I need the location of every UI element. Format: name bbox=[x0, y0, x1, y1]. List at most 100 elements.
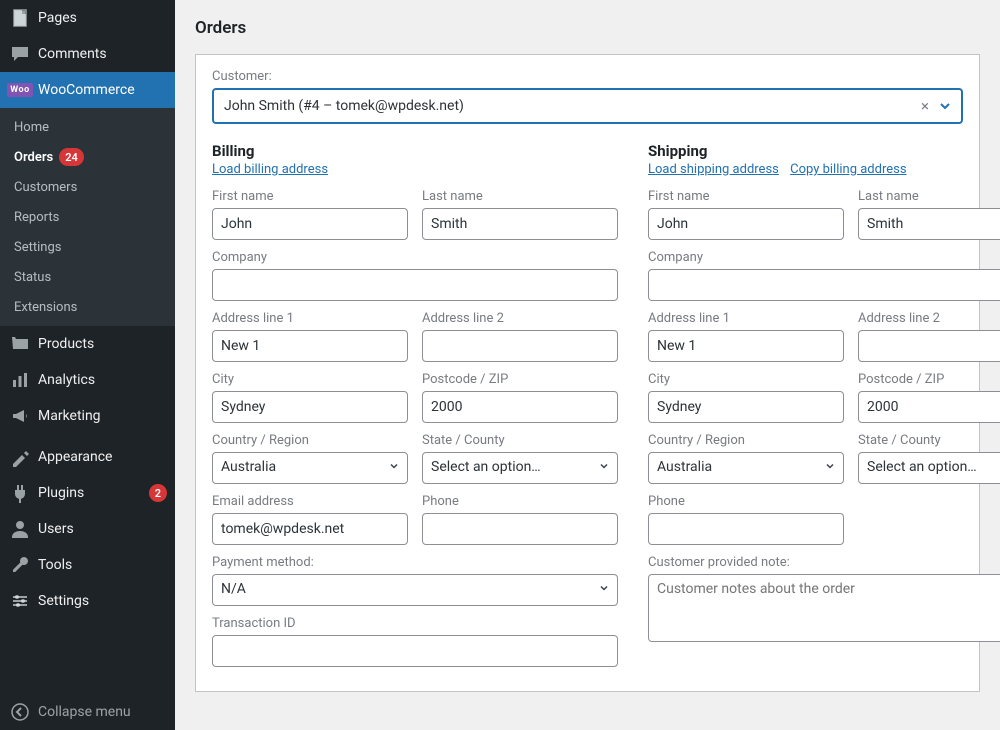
shipping-last-name-input[interactable] bbox=[858, 208, 1000, 240]
sidebar-item-analytics[interactable]: Analytics bbox=[0, 362, 175, 398]
sidebar-subitem-orders[interactable]: Orders24 bbox=[0, 142, 175, 172]
billing-company-input[interactable] bbox=[212, 269, 618, 301]
shipping-address2-input[interactable] bbox=[858, 330, 1000, 362]
billing-postcode-input[interactable] bbox=[422, 391, 618, 423]
billing-city-input[interactable] bbox=[212, 391, 408, 423]
customer-note-label: Customer provided note: bbox=[648, 555, 1000, 570]
billing-address1-input[interactable] bbox=[212, 330, 408, 362]
billing-email-label: Email address bbox=[212, 494, 408, 509]
billing-column: Billing Load billing address First name … bbox=[212, 142, 618, 677]
sidebar-item-label: Appearance bbox=[38, 449, 167, 465]
billing-first-name-input[interactable] bbox=[212, 208, 408, 240]
page-title: Orders bbox=[195, 18, 980, 38]
shipping-company-input[interactable] bbox=[648, 269, 1000, 301]
billing-phone-label: Phone bbox=[422, 494, 618, 509]
sidebar-item-collapse[interactable]: Collapse menu bbox=[0, 694, 175, 730]
shipping-column: Shipping Load shipping address Copy bill… bbox=[648, 142, 1000, 677]
billing-address2-input[interactable] bbox=[422, 330, 618, 362]
shipping-address1-input[interactable] bbox=[648, 330, 844, 362]
plugins-icon bbox=[10, 483, 30, 503]
sidebar-item-plugins[interactable]: Plugins 2 bbox=[0, 475, 175, 511]
shipping-first-name-label: First name bbox=[648, 189, 844, 204]
customer-label: Customer: bbox=[212, 69, 963, 84]
sidebar-item-comments[interactable]: Comments bbox=[0, 36, 175, 72]
shipping-first-name-input[interactable] bbox=[648, 208, 844, 240]
shipping-state-label: State / County bbox=[858, 433, 1000, 448]
sidebar-item-wpsettings[interactable]: Settings bbox=[0, 583, 175, 619]
comment-icon bbox=[10, 44, 30, 64]
sidebar-item-label: Pages bbox=[38, 10, 167, 26]
shipping-country-label: Country / Region bbox=[648, 433, 844, 448]
sidebar-item-products[interactable]: Products bbox=[0, 326, 175, 362]
tools-icon bbox=[10, 555, 30, 575]
sidebar-subitem-customers[interactable]: Customers bbox=[0, 172, 175, 202]
sidebar-item-tools[interactable]: Tools bbox=[0, 547, 175, 583]
sidebar-item-label: WooCommerce bbox=[38, 82, 167, 98]
shipping-country-select[interactable]: Australia bbox=[648, 452, 844, 484]
billing-address2-label: Address line 2 bbox=[422, 311, 618, 326]
sidebar-subitem-status[interactable]: Status bbox=[0, 262, 175, 292]
main-area: Orders Customer: John Smith (#4 – tomek@… bbox=[175, 0, 1000, 730]
shipping-postcode-label: Postcode / ZIP bbox=[858, 372, 1000, 387]
appearance-icon bbox=[10, 447, 30, 467]
sidebar-item-appearance[interactable]: Appearance bbox=[0, 439, 175, 475]
shipping-last-name-label: Last name bbox=[858, 189, 1000, 204]
billing-city-label: City bbox=[212, 372, 408, 387]
customer-clear-icon[interactable]: × bbox=[915, 97, 935, 115]
sidebar-item-users[interactable]: Users bbox=[0, 511, 175, 547]
users-icon bbox=[10, 519, 30, 539]
billing-state-select[interactable]: Select an option… bbox=[422, 452, 618, 484]
shipping-address2-label: Address line 2 bbox=[858, 311, 1000, 326]
sidebar-item-label: Plugins bbox=[38, 485, 143, 501]
billing-state-label: State / County bbox=[422, 433, 618, 448]
billing-heading: Billing bbox=[212, 142, 618, 160]
sidebar-submenu-woocommerce: HomeOrders24CustomersReportsSettingsStat… bbox=[0, 108, 175, 326]
copy-billing-address-link[interactable]: Copy billing address bbox=[790, 162, 906, 177]
woo-icon: Woo bbox=[10, 80, 30, 100]
customer-select[interactable]: John Smith (#4 – tomek@wpdesk.net) × bbox=[212, 88, 963, 124]
billing-address1-label: Address line 1 bbox=[212, 311, 408, 326]
count-badge: 24 bbox=[59, 148, 84, 166]
sidebar-item-woocommerce[interactable]: Woo WooCommerce bbox=[0, 72, 175, 108]
sidebar-subitem-settings[interactable]: Settings bbox=[0, 232, 175, 262]
load-billing-address-link[interactable]: Load billing address bbox=[212, 162, 328, 177]
sidebar-item-label: Collapse menu bbox=[38, 704, 167, 720]
customer-note-textarea[interactable] bbox=[648, 574, 1000, 642]
payment-method-select[interactable]: N/A bbox=[212, 574, 618, 606]
customer-select-value: John Smith (#4 – tomek@wpdesk.net) bbox=[224, 98, 915, 114]
marketing-icon bbox=[10, 406, 30, 426]
transaction-id-label: Transaction ID bbox=[212, 616, 618, 631]
shipping-city-label: City bbox=[648, 372, 844, 387]
sidebar-item-label: Analytics bbox=[38, 372, 167, 388]
order-detail-panel: Customer: John Smith (#4 – tomek@wpdesk.… bbox=[195, 54, 980, 692]
sidebar-subitem-reports[interactable]: Reports bbox=[0, 202, 175, 232]
shipping-city-input[interactable] bbox=[648, 391, 844, 423]
billing-company-label: Company bbox=[212, 250, 618, 265]
sidebar-item-pages[interactable]: Pages bbox=[0, 0, 175, 36]
sidebar-subitem-extensions[interactable]: Extensions bbox=[0, 292, 175, 322]
content-scroll[interactable]: Customer: John Smith (#4 – tomek@wpdesk.… bbox=[175, 38, 1000, 730]
pages-icon bbox=[10, 8, 30, 28]
billing-last-name-input[interactable] bbox=[422, 208, 618, 240]
billing-country-select[interactable]: Australia bbox=[212, 452, 408, 484]
shipping-state-select[interactable]: Select an option… bbox=[858, 452, 1000, 484]
sidebar-item-marketing[interactable]: Marketing bbox=[0, 398, 175, 434]
shipping-address1-label: Address line 1 bbox=[648, 311, 844, 326]
page-header: Orders bbox=[175, 0, 1000, 38]
billing-email-input[interactable] bbox=[212, 513, 408, 545]
sidebar-item-label: Tools bbox=[38, 557, 167, 573]
shipping-phone-input[interactable] bbox=[648, 513, 844, 545]
app-layout: PagesCommentsWooWooCommerceHomeOrders24C… bbox=[0, 0, 1000, 730]
transaction-id-input[interactable] bbox=[212, 635, 618, 667]
chevron-down-icon[interactable] bbox=[935, 98, 955, 114]
shipping-heading: Shipping bbox=[648, 142, 1000, 160]
sidebar-subitem-home[interactable]: Home bbox=[0, 112, 175, 142]
analytics-icon bbox=[10, 370, 30, 390]
sidebar-item-label: Users bbox=[38, 521, 167, 537]
address-columns: Billing Load billing address First name … bbox=[212, 142, 963, 677]
shipping-postcode-input[interactable] bbox=[858, 391, 1000, 423]
update-badge: 2 bbox=[149, 484, 167, 502]
load-shipping-address-link[interactable]: Load shipping address bbox=[648, 162, 779, 177]
sidebar-item-label: Products bbox=[38, 336, 167, 352]
billing-phone-input[interactable] bbox=[422, 513, 618, 545]
